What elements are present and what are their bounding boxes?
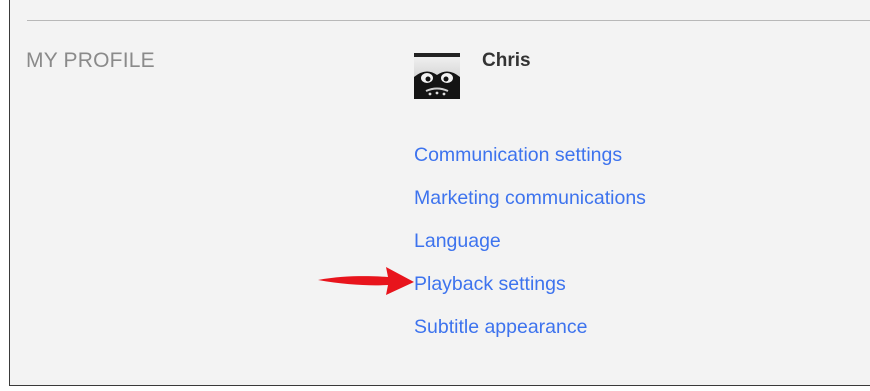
profile-links-list: Communication settings Marketing communi… (414, 140, 646, 355)
avatar-icon[interactable] (414, 53, 460, 99)
list-item: Language (414, 226, 646, 269)
subtitle-appearance-link[interactable]: Subtitle appearance (414, 316, 587, 338)
communication-settings-link[interactable]: Communication settings (414, 144, 622, 166)
playback-settings-link[interactable]: Playback settings (414, 273, 566, 295)
red-arrow-icon (316, 264, 416, 303)
profile-name: Chris (482, 50, 531, 71)
list-item: Marketing communications (414, 183, 646, 226)
settings-panel: MY PROFILE Chris Communication settings … (9, 0, 870, 386)
language-link[interactable]: Language (414, 230, 501, 252)
section-title: MY PROFILE (26, 49, 155, 72)
section-divider (27, 20, 870, 21)
marketing-communications-link[interactable]: Marketing communications (414, 187, 646, 209)
list-item: Playback settings (414, 269, 646, 312)
list-item: Communication settings (414, 140, 646, 183)
list-item: Subtitle appearance (414, 312, 646, 355)
